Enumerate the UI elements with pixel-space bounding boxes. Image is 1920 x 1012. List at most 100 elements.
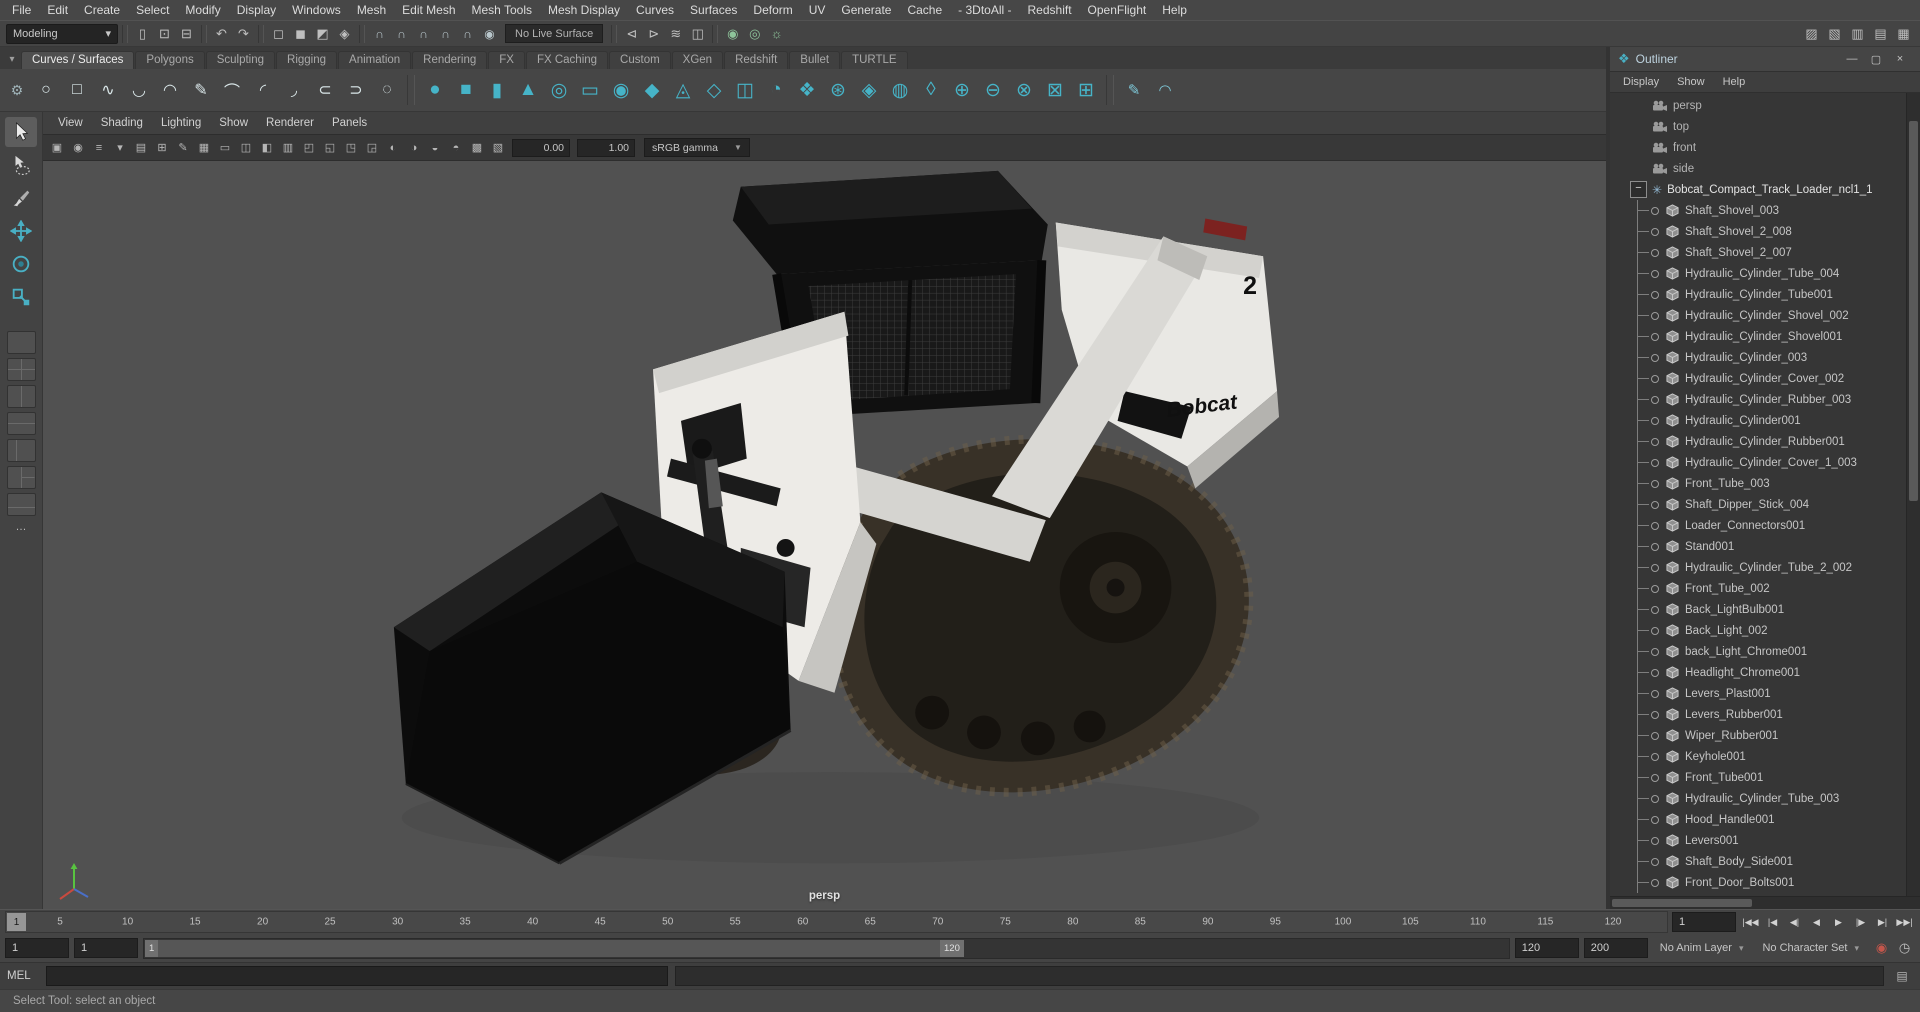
poly-soccer-ball-icon[interactable]: ⊛ [823, 74, 853, 106]
menu-item[interactable]: Mesh Tools [464, 0, 540, 20]
outliner-mesh-item[interactable]: Levers_Plast001 [1610, 683, 1906, 704]
outliner-mesh-item[interactable]: Front_Tube001 [1610, 767, 1906, 788]
two-d-pan-zoom-icon[interactable]: ⊞ [152, 138, 172, 158]
minimize-button[interactable]: — [1840, 51, 1864, 68]
safe-action-icon[interactable]: ◰ [299, 138, 319, 158]
channel-box-icon[interactable]: ▦ [1893, 23, 1914, 44]
image-plane-icon[interactable]: ▤ [131, 138, 151, 158]
scale-tool[interactable] [5, 282, 37, 312]
panel-menu-item[interactable]: Renderer [257, 117, 323, 129]
range-slider-track[interactable]: 1 120 [143, 937, 1510, 959]
step-forward-frame-button[interactable]: ▶| [1872, 912, 1893, 932]
outliner-mesh-item[interactable]: Back_Light_002 [1610, 620, 1906, 641]
attribute-editor-icon[interactable]: ▥ [1847, 23, 1868, 44]
layout-persp-graph-button[interactable] [6, 493, 36, 516]
menu-item[interactable]: Mesh Display [540, 0, 628, 20]
poly-spherical-harmonics-icon[interactable]: ◍ [885, 74, 915, 106]
open-scene-icon[interactable]: ⊡ [154, 23, 175, 44]
close-button[interactable]: × [1888, 51, 1912, 68]
command-line-input[interactable] [46, 966, 668, 986]
outliner-mesh-item[interactable]: Keyhole001 [1610, 746, 1906, 767]
outliner-mesh-item[interactable]: Levers_Rubber001 [1610, 704, 1906, 725]
outliner-mesh-item[interactable]: Shaft_Shovel_003 [1610, 200, 1906, 221]
range-start-handle[interactable]: 1 [145, 939, 159, 957]
film-gate-icon[interactable]: ▭ [215, 138, 235, 158]
select-object-icon[interactable]: ◼ [290, 23, 311, 44]
select-hierarchy-icon[interactable]: ◻ [268, 23, 289, 44]
outliner-camera-item[interactable]: persp [1610, 95, 1906, 116]
go-to-start-button[interactable]: |◀◀ [1740, 912, 1761, 932]
outliner-mesh-item[interactable]: Hydraulic_Cylinder_Rubber_003 [1610, 389, 1906, 410]
menu-item[interactable]: Surfaces [682, 0, 745, 20]
play-backwards-button[interactable]: ◀ [1806, 912, 1827, 932]
shelf-tab[interactable]: Rigging [276, 51, 338, 69]
outliner-title-bar[interactable]: ❖ Outliner — ▢ × [1610, 47, 1920, 72]
scrollbar-thumb[interactable] [1612, 899, 1752, 907]
select-camera-icon[interactable]: ▣ [47, 138, 67, 158]
outliner-mesh-item[interactable]: Front_Door_Bolts001 [1610, 872, 1906, 893]
paint-select-tool[interactable] [5, 183, 37, 213]
menu-item[interactable]: Cache [899, 0, 950, 20]
poly-cone-icon[interactable]: ▲ [513, 74, 543, 106]
snap-to-point-icon[interactable]: ∩ [413, 23, 434, 44]
shelf-tab[interactable]: Curves / Surfaces [21, 51, 135, 69]
layout-four-pane-button[interactable] [6, 358, 36, 381]
outliner-mesh-item[interactable]: Hydraulic_Cylinder_Rubber001 [1610, 431, 1906, 452]
lighting-icon[interactable]: ◐ [383, 138, 403, 158]
menu-item[interactable]: Mesh [349, 0, 394, 20]
boolean-difference-icon[interactable]: ⊖ [978, 74, 1008, 106]
humanik-icon[interactable]: ▧ [1824, 23, 1845, 44]
panel-menu-item[interactable]: Panels [323, 117, 376, 129]
snap-to-curve-icon[interactable]: ∩ [391, 23, 412, 44]
outliner-mesh-item[interactable]: Hydraulic_Cylinder_003 [1610, 347, 1906, 368]
outliner-menu-item[interactable]: Help [1714, 76, 1755, 88]
menu-item[interactable]: UV [801, 0, 834, 20]
shelf-tab[interactable]: FX [488, 51, 525, 69]
outliner-mesh-item[interactable]: Headlight_Chrome001 [1610, 662, 1906, 683]
shelf-editor-icon[interactable]: ⚙ [4, 72, 30, 108]
panel-menu-item[interactable]: Show [210, 117, 257, 129]
menu-item[interactable]: OpenFlight [1080, 0, 1155, 20]
character-set-dropdown[interactable]: No Character Set ▾ [1755, 938, 1866, 958]
outliner-mesh-item[interactable]: Hydraulic_Cylinder_Shovel_002 [1610, 305, 1906, 326]
outliner-mesh-item[interactable]: Front_Tube_002 [1610, 578, 1906, 599]
outliner-mesh-item[interactable]: Wiper_Rubber001 [1610, 725, 1906, 746]
animation-end-field[interactable]: 200 [1583, 938, 1648, 958]
ambient-occlusion-icon[interactable]: ◒ [425, 138, 445, 158]
viewport-canvas[interactable]: Bobcat 2 persp [43, 161, 1606, 909]
shelf-tab[interactable]: Custom [609, 51, 671, 69]
select-tool[interactable] [5, 117, 37, 147]
poly-pyramid-icon[interactable]: ◬ [668, 74, 698, 106]
shelf-tab[interactable]: Polygons [135, 51, 205, 69]
current-time-field[interactable]: 1 [1672, 912, 1736, 932]
outliner-mesh-item[interactable]: Hydraulic_Cylinder_Tube_003 [1610, 788, 1906, 809]
poly-prism-icon[interactable]: ◇ [699, 74, 729, 106]
poly-superellipse-icon[interactable]: ◈ [854, 74, 884, 106]
arc-three-point-icon[interactable]: ⌒ [217, 74, 247, 106]
poly-helix-icon[interactable]: ◔ [761, 74, 791, 106]
move-tool[interactable] [5, 216, 37, 246]
boolean-intersection-icon[interactable]: ⊗ [1009, 74, 1039, 106]
outliner-root-item[interactable]: − ✳ Bobcat_Compact_Track_Loader_ncl1_1 [1610, 179, 1906, 200]
outliner-mesh-item[interactable]: Shaft_Shovel_2_008 [1610, 221, 1906, 242]
layout-two-pane-stacked-button[interactable] [6, 412, 36, 435]
outliner-mesh-item[interactable]: Hydraulic_Cylinder_Cover_002 [1610, 368, 1906, 389]
gate-mask-icon[interactable]: ◧ [257, 138, 277, 158]
bookmarks-icon[interactable]: ▾ [110, 138, 130, 158]
quad-draw-icon[interactable]: ⊞ [1071, 74, 1101, 106]
outliner-mesh-item[interactable]: Hydraulic_Cylinder_Tube_004 [1610, 263, 1906, 284]
poly-ultra-shape-icon[interactable]: ◊ [916, 74, 946, 106]
menu-item[interactable]: Select [128, 0, 177, 20]
redo-icon[interactable]: ↷ [233, 23, 254, 44]
layout-two-pane-side-button[interactable] [6, 385, 36, 408]
outliner-camera-item[interactable]: side [1610, 158, 1906, 179]
range-end-handle[interactable]: 120 [940, 939, 964, 957]
outliner-mesh-item[interactable]: Hydraulic_Cylinder001 [1610, 410, 1906, 431]
outliner-menu-item[interactable]: Display [1614, 76, 1668, 88]
step-forward-key-button[interactable]: |▶ [1850, 912, 1871, 932]
shelf-tab[interactable]: Animation [338, 51, 412, 69]
outliner-mesh-item[interactable]: Shaft_Body_Side001 [1610, 851, 1906, 872]
lasso-tool[interactable] [5, 150, 37, 180]
live-surface-field[interactable]: No Live Surface [505, 24, 604, 43]
shelf-tab[interactable]: XGen [671, 51, 724, 69]
